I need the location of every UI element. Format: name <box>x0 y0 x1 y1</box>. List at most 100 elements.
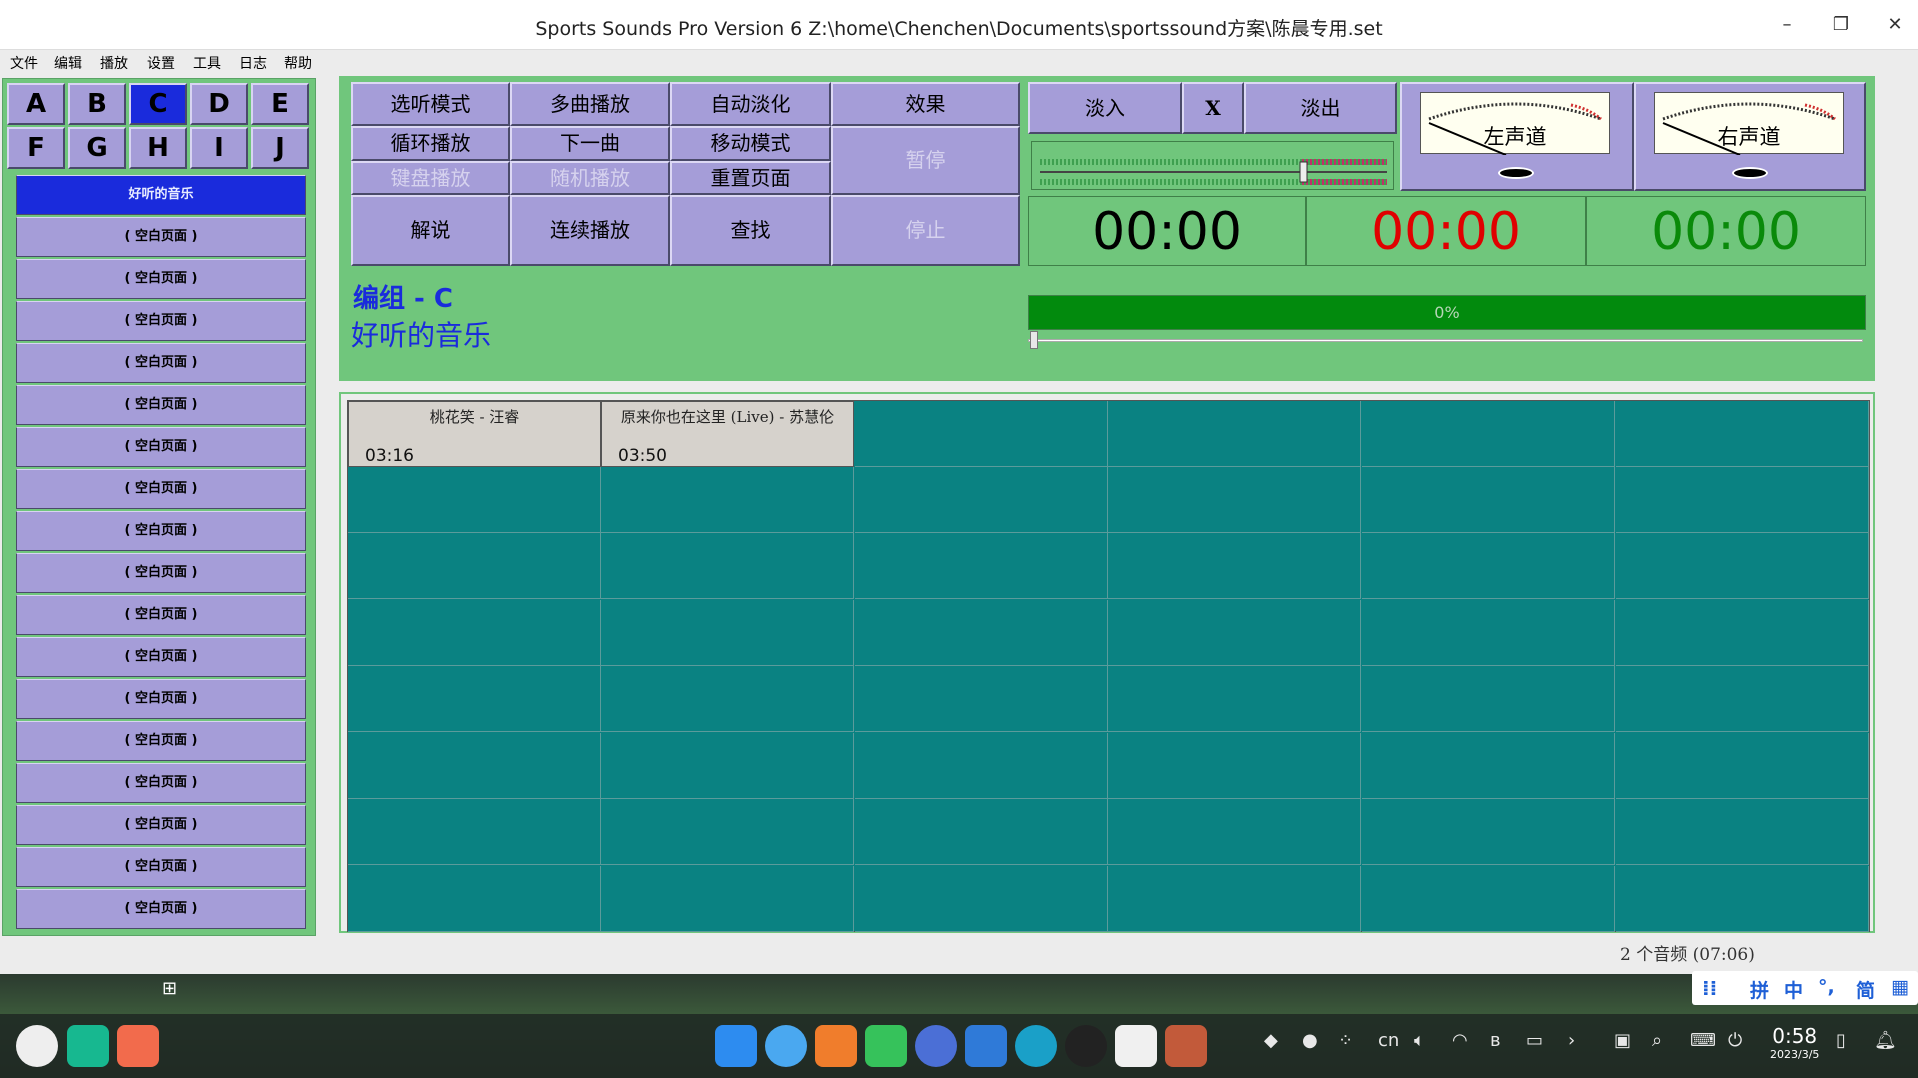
sound-button-empty[interactable] <box>1108 666 1361 732</box>
sound-button-empty[interactable] <box>601 866 854 932</box>
sound-button-empty[interactable] <box>1362 799 1615 865</box>
letter-button-a[interactable]: A <box>7 83 65 125</box>
wine-app-icon[interactable] <box>1165 1025 1207 1067</box>
file-manager-icon[interactable] <box>715 1025 757 1067</box>
continuous-play-button[interactable]: 连续播放 <box>510 195 670 266</box>
notification-icon[interactable]: 🔔︎ <box>1874 1030 1897 1051</box>
sound-button-empty[interactable] <box>855 600 1108 666</box>
clock[interactable]: 0:58 2023/3/5 <box>1770 1024 1819 1061</box>
sound-button-empty[interactable] <box>1108 401 1361 467</box>
page-item[interactable]: ( 空白页面 ) <box>16 469 306 509</box>
fade-out-button[interactable]: 淡出 <box>1244 82 1397 134</box>
auto-fade-button[interactable]: 自动淡化 <box>670 82 831 126</box>
page-item[interactable]: ( 空白页面 ) <box>16 217 306 257</box>
page-item[interactable]: ( 空白页面 ) <box>16 259 306 299</box>
page-item[interactable]: ( 空白页面 ) <box>16 847 306 887</box>
commentary-button[interactable]: 解说 <box>351 195 510 266</box>
sound-button-empty[interactable] <box>348 467 601 533</box>
sound-button-empty[interactable] <box>1616 733 1869 799</box>
sound-button-empty[interactable] <box>348 666 601 732</box>
page-item[interactable]: ( 空白页面 ) <box>16 889 306 929</box>
sound-button-empty[interactable] <box>1362 533 1615 599</box>
stop-button[interactable]: 停止 <box>831 195 1020 266</box>
ime-pinyin[interactable]: 拼 <box>1750 976 1769 1003</box>
page-item[interactable]: ( 空白页面 ) <box>16 595 306 635</box>
random-play-button[interactable]: 随机播放 <box>510 161 670 195</box>
page-item[interactable]: ( 空白页面 ) <box>16 301 306 341</box>
sound-button-empty[interactable] <box>1362 666 1615 732</box>
tray-language[interactable]: cn <box>1378 1030 1399 1051</box>
sound-button-2[interactable]: 原来你也在这里 (Live) - 苏慧伦 03:50 <box>601 401 854 467</box>
trash-icon[interactable]: ▯ <box>1836 1030 1846 1051</box>
ime-punct[interactable]: °, <box>1818 976 1835 998</box>
keyboard-icon[interactable]: ⌨ <box>1690 1030 1716 1051</box>
page-item[interactable]: ( 空白页面 ) <box>16 343 306 383</box>
menu-play[interactable]: 播放 <box>100 53 128 73</box>
ime-chinese[interactable]: 中 <box>1784 976 1803 1003</box>
sound-button-empty[interactable] <box>601 733 854 799</box>
ime-voice-icon[interactable]: ⁞⁞ <box>1702 976 1717 1000</box>
listen-mode-button[interactable]: 选听模式 <box>351 82 510 126</box>
effects-button[interactable]: 效果 <box>831 82 1020 126</box>
qq-icon[interactable] <box>1065 1025 1107 1067</box>
store-icon[interactable] <box>815 1025 857 1067</box>
page-item-active[interactable]: 好听的音乐 <box>16 175 306 215</box>
page-item[interactable]: ( 空白页面 ) <box>16 805 306 845</box>
menu-edit[interactable]: 编辑 <box>54 53 82 73</box>
sound-button-empty[interactable] <box>1616 533 1869 599</box>
ime-simplified[interactable]: 简 <box>1856 976 1875 1003</box>
tray-ime-icon[interactable]: ⁘ <box>1338 1030 1353 1051</box>
search-icon[interactable]: ⌕ <box>1652 1030 1662 1051</box>
music-icon[interactable] <box>865 1025 907 1067</box>
sound-button-empty[interactable] <box>1616 401 1869 467</box>
sound-button-empty[interactable] <box>1362 733 1615 799</box>
seek-thumb[interactable] <box>1030 331 1038 349</box>
sound-button-empty[interactable] <box>1362 866 1615 932</box>
sound-button-empty[interactable] <box>1362 467 1615 533</box>
ime-menu-icon[interactable]: ▦ <box>1891 976 1909 998</box>
battery-icon[interactable]: ▭ <box>1526 1030 1543 1051</box>
desktop-grid-icon[interactable]: ⊞ <box>162 978 177 999</box>
settings-icon[interactable] <box>915 1025 957 1067</box>
sound-button-empty[interactable] <box>601 467 854 533</box>
loop-play-button[interactable]: 循环播放 <box>351 126 510 161</box>
menu-log[interactable]: 日志 <box>239 53 267 73</box>
page-item[interactable]: ( 空白页面 ) <box>16 637 306 677</box>
sound-button-empty[interactable] <box>855 533 1108 599</box>
find-button[interactable]: 查找 <box>670 195 831 266</box>
letter-button-d[interactable]: D <box>190 83 248 125</box>
sound-button-empty[interactable] <box>855 467 1108 533</box>
close-button[interactable]: ✕ <box>1880 12 1910 38</box>
letter-button-h[interactable]: H <box>129 127 187 169</box>
sound-button-empty[interactable] <box>348 733 601 799</box>
sound-button-empty[interactable] <box>348 533 601 599</box>
menu-tools[interactable]: 工具 <box>193 53 221 73</box>
page-item[interactable]: ( 空白页面 ) <box>16 427 306 467</box>
sound-button-empty[interactable] <box>348 799 601 865</box>
tray-qq-icon[interactable]: ● <box>1302 1030 1318 1051</box>
multi-play-button[interactable]: 多曲播放 <box>510 82 670 126</box>
nvidia-icon[interactable]: ▣ <box>1614 1030 1631 1051</box>
sound-button-empty[interactable] <box>855 866 1108 932</box>
sound-button-empty[interactable] <box>855 401 1108 467</box>
letter-button-f[interactable]: F <box>7 127 65 169</box>
sound-button-empty[interactable] <box>1108 533 1361 599</box>
sound-button-empty[interactable] <box>1108 799 1361 865</box>
edge-icon[interactable] <box>1015 1025 1057 1067</box>
menu-file[interactable]: 文件 <box>10 53 38 73</box>
sound-button-empty[interactable] <box>1108 600 1361 666</box>
sound-button-empty[interactable] <box>601 533 854 599</box>
fade-in-button[interactable]: 淡入 <box>1028 82 1182 134</box>
keyboard-play-button[interactable]: 键盘播放 <box>351 161 510 195</box>
tray-expand-icon[interactable]: › <box>1568 1030 1575 1051</box>
launcher-icon[interactable] <box>16 1025 58 1067</box>
menu-settings[interactable]: 设置 <box>147 53 175 73</box>
sound-button-empty[interactable] <box>1108 467 1361 533</box>
sound-button-empty[interactable] <box>1108 866 1361 932</box>
sound-button-empty[interactable] <box>1616 467 1869 533</box>
seek-track[interactable] <box>1028 339 1863 342</box>
minimize-button[interactable]: – <box>1772 12 1802 38</box>
menu-help[interactable]: 帮助 <box>284 53 312 73</box>
app-store-icon[interactable] <box>117 1025 159 1067</box>
ime-toolbar[interactable]: ⁞⁞ 拼 中 °, 简 ▦ <box>1692 971 1918 1005</box>
